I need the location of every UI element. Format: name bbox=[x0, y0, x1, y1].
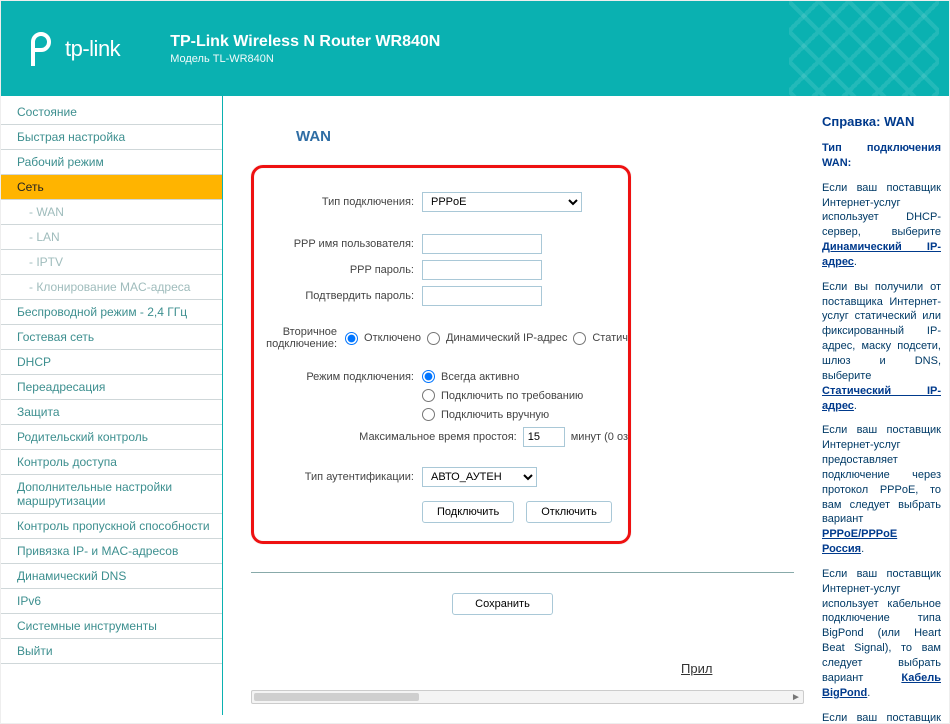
sidebar-item-routing[interactable]: Дополнительные настройки маршрутизации bbox=[1, 475, 222, 514]
label-idle-unit: минут (0 оз bbox=[571, 431, 628, 443]
radio-sec-stat-label: Статич bbox=[592, 332, 628, 344]
header-pattern-icon bbox=[789, 1, 939, 96]
radio-sec-stat[interactable] bbox=[573, 332, 586, 345]
sidebar-item-system-tools[interactable]: Системные инструменты bbox=[1, 614, 222, 639]
scroll-right-icon[interactable]: ► bbox=[789, 691, 803, 703]
sidebar-item-ipv6[interactable]: IPv6 bbox=[1, 589, 222, 614]
input-idle[interactable] bbox=[523, 427, 565, 447]
sidebar-item-mac-clone[interactable]: - Клонирование MAC-адреса bbox=[1, 275, 222, 300]
horizontal-scrollbar[interactable]: ◄ ► bbox=[251, 690, 804, 704]
label-ppp-user: PPP имя пользователя: bbox=[254, 238, 422, 250]
sidebar-item-access-ctl[interactable]: Контроль доступа bbox=[1, 450, 222, 475]
sidebar-item-forwarding[interactable]: Переадресация bbox=[1, 375, 222, 400]
main-content: WAN Тип подключения: PPPoE PPP имя польз… bbox=[223, 96, 814, 715]
radio-mode-manual[interactable] bbox=[422, 408, 435, 421]
sidebar-item-bandwidth[interactable]: Контроль пропускной способности bbox=[1, 514, 222, 539]
separator bbox=[251, 572, 794, 573]
label-ppp-pass2: Подтвердить пароль: bbox=[254, 290, 422, 302]
header-titles: TP-Link Wireless N Router WR840N Модель … bbox=[170, 33, 440, 65]
sidebar-item-parental[interactable]: Родительский контроль bbox=[1, 425, 222, 450]
help-link-dynamic-ip[interactable]: Динамический IP-адрес bbox=[822, 241, 941, 268]
sidebar-item-dhcp[interactable]: DHCP bbox=[1, 350, 222, 375]
radio-sec-off-label: Отключено bbox=[364, 332, 421, 344]
label-conn-mode: Режим подключения: bbox=[254, 371, 422, 383]
label-secondary: Вторичное подключение: bbox=[254, 326, 345, 350]
app-header: tp-link TP-Link Wireless N Router WR840N… bbox=[1, 1, 949, 96]
sidebar-item-iptv[interactable]: - IPTV bbox=[1, 250, 222, 275]
sidebar-item-ip-mac-bind[interactable]: Привязка IP- и MAC-адресов bbox=[1, 539, 222, 564]
disconnect-button[interactable]: Отключить bbox=[526, 501, 612, 523]
help-panel: Справка: WAN Тип подключения WAN: Если в… bbox=[814, 96, 949, 715]
label-conn-type: Тип подключения: bbox=[254, 196, 422, 208]
connect-button[interactable]: Подключить bbox=[422, 501, 514, 523]
sidebar-nav: Состояние Быстрая настройка Рабочий режи… bbox=[1, 96, 223, 715]
sidebar-item-logout[interactable]: Выйти bbox=[1, 639, 222, 664]
product-title: TP-Link Wireless N Router WR840N bbox=[170, 33, 440, 51]
input-ppp-user[interactable] bbox=[422, 234, 542, 254]
radio-mode-always-label: Всегда активно bbox=[441, 371, 519, 383]
advanced-link[interactable]: Прил bbox=[681, 661, 712, 676]
save-button[interactable]: Сохранить bbox=[452, 593, 553, 615]
help-p3: Если ваш поставщик Интернет-услуг предос… bbox=[822, 424, 941, 525]
radio-mode-always[interactable] bbox=[422, 370, 435, 383]
brand-text: tp-link bbox=[65, 36, 120, 62]
label-ppp-pass: PPP пароль: bbox=[254, 264, 422, 276]
label-idle: Максимальное время простоя: bbox=[359, 431, 517, 443]
help-link-static-ip[interactable]: Статический IP-адрес bbox=[822, 385, 941, 412]
brand-logo: tp-link bbox=[31, 32, 120, 66]
sidebar-item-wan[interactable]: - WAN bbox=[1, 200, 222, 225]
sidebar-item-guest[interactable]: Гостевая сеть bbox=[1, 325, 222, 350]
product-model: Модель TL-WR840N bbox=[170, 53, 440, 65]
help-title: Справка: WAN bbox=[822, 114, 941, 129]
help-link-pppoe[interactable]: PPPoE/PPPoE Россия bbox=[822, 528, 897, 555]
sidebar-item-lan[interactable]: - LAN bbox=[1, 225, 222, 250]
sidebar-item-op-mode[interactable]: Рабочий режим bbox=[1, 150, 222, 175]
wan-settings-box: Тип подключения: PPPoE PPP имя пользоват… bbox=[251, 165, 631, 544]
scroll-thumb[interactable] bbox=[254, 693, 419, 701]
label-auth: Тип аутентификации: bbox=[254, 471, 422, 483]
select-auth[interactable]: АВТО_АУТЕН bbox=[422, 467, 537, 487]
sidebar-item-ddns[interactable]: Динамический DNS bbox=[1, 564, 222, 589]
help-p5: Если ваш поставщик Интернет-услуг исполь… bbox=[822, 712, 941, 724]
help-p4: Если ваш поставщик Интернет-услуг исполь… bbox=[822, 568, 941, 684]
select-conn-type[interactable]: PPPoE bbox=[422, 192, 582, 212]
help-p2: Если вы получили от поставщика Интернет-… bbox=[822, 281, 941, 382]
input-ppp-pass2[interactable] bbox=[422, 286, 542, 306]
tp-link-icon bbox=[31, 32, 59, 66]
sidebar-item-security[interactable]: Защита bbox=[1, 400, 222, 425]
input-ppp-pass[interactable] bbox=[422, 260, 542, 280]
radio-mode-manual-label: Подключить вручную bbox=[441, 409, 549, 421]
help-subheading: Тип подключения WAN: bbox=[822, 142, 941, 169]
radio-sec-dyn-label: Динамический IP-адрес bbox=[446, 332, 567, 344]
help-p1: Если ваш поставщик Интернет-услуг исполь… bbox=[822, 182, 941, 239]
radio-mode-demand-label: Подключить по требованию bbox=[441, 390, 583, 402]
page-title: WAN bbox=[296, 128, 804, 145]
sidebar-item-quick-setup[interactable]: Быстрая настройка bbox=[1, 125, 222, 150]
radio-sec-dyn[interactable] bbox=[427, 332, 440, 345]
sidebar-item-wireless[interactable]: Беспроводной режим - 2,4 ГГц bbox=[1, 300, 222, 325]
radio-sec-off[interactable] bbox=[345, 332, 358, 345]
sidebar-item-status[interactable]: Состояние bbox=[1, 100, 222, 125]
sidebar-item-network[interactable]: Сеть bbox=[1, 175, 222, 200]
radio-mode-demand[interactable] bbox=[422, 389, 435, 402]
